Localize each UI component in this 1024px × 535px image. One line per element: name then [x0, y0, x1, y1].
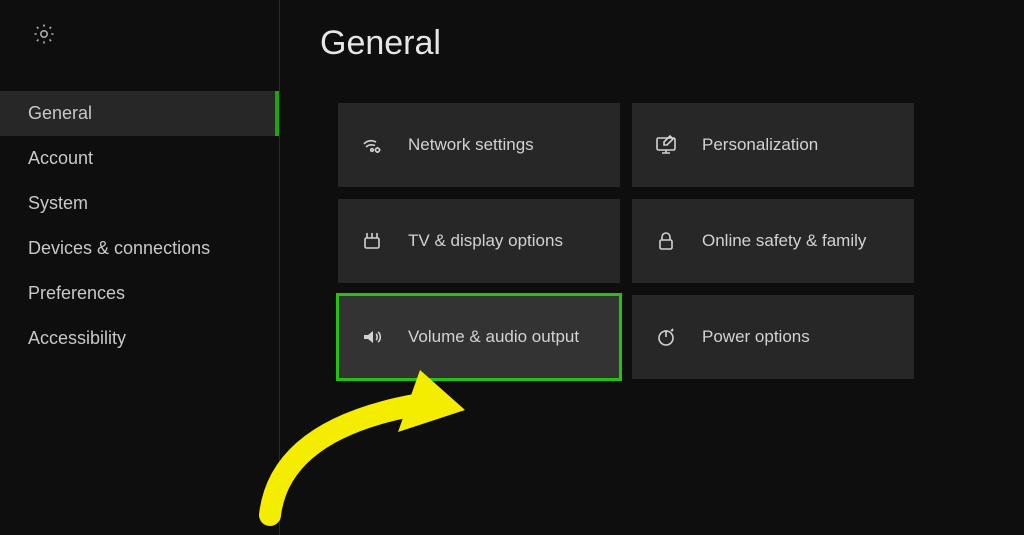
settings-grid: Network settings Personalization [338, 103, 984, 379]
volume-icon [358, 325, 386, 349]
tile-label: Online safety & family [702, 231, 866, 251]
tile-tv-display[interactable]: TV & display options [338, 199, 620, 283]
tile-power-options[interactable]: Power options [632, 295, 914, 379]
nav-item-account[interactable]: Account [0, 136, 279, 181]
nav-label: Account [28, 148, 93, 168]
tile-label: Volume & audio output [408, 327, 579, 347]
nav-item-accessibility[interactable]: Accessibility [0, 316, 279, 361]
nav-item-system[interactable]: System [0, 181, 279, 226]
tile-label: Personalization [702, 135, 818, 155]
power-icon [652, 325, 680, 349]
network-icon [358, 133, 386, 157]
page-title: General [320, 24, 984, 63]
nav-item-devices[interactable]: Devices & connections [0, 226, 279, 271]
tile-network-settings[interactable]: Network settings [338, 103, 620, 187]
display-icon [358, 229, 386, 253]
nav-list: General Account System Devices & connect… [0, 91, 279, 361]
tile-label: Network settings [408, 135, 534, 155]
tile-online-safety[interactable]: Online safety & family [632, 199, 914, 283]
settings-sidebar: General Account System Devices & connect… [0, 0, 280, 535]
sidebar-header [0, 22, 279, 91]
nav-label: General [28, 103, 92, 123]
nav-label: Preferences [28, 283, 125, 303]
nav-item-preferences[interactable]: Preferences [0, 271, 279, 316]
tile-label: TV & display options [408, 231, 563, 251]
gear-icon [32, 33, 56, 50]
nav-label: Devices & connections [28, 238, 210, 258]
nav-label: System [28, 193, 88, 213]
tile-personalization[interactable]: Personalization [632, 103, 914, 187]
main-panel: General Network settings [280, 0, 1024, 535]
tile-label: Power options [702, 327, 810, 347]
nav-item-general[interactable]: General [0, 91, 279, 136]
tile-volume-audio[interactable]: Volume & audio output [338, 295, 620, 379]
personalize-icon [652, 133, 680, 157]
nav-label: Accessibility [28, 328, 126, 348]
lock-icon [652, 229, 680, 253]
